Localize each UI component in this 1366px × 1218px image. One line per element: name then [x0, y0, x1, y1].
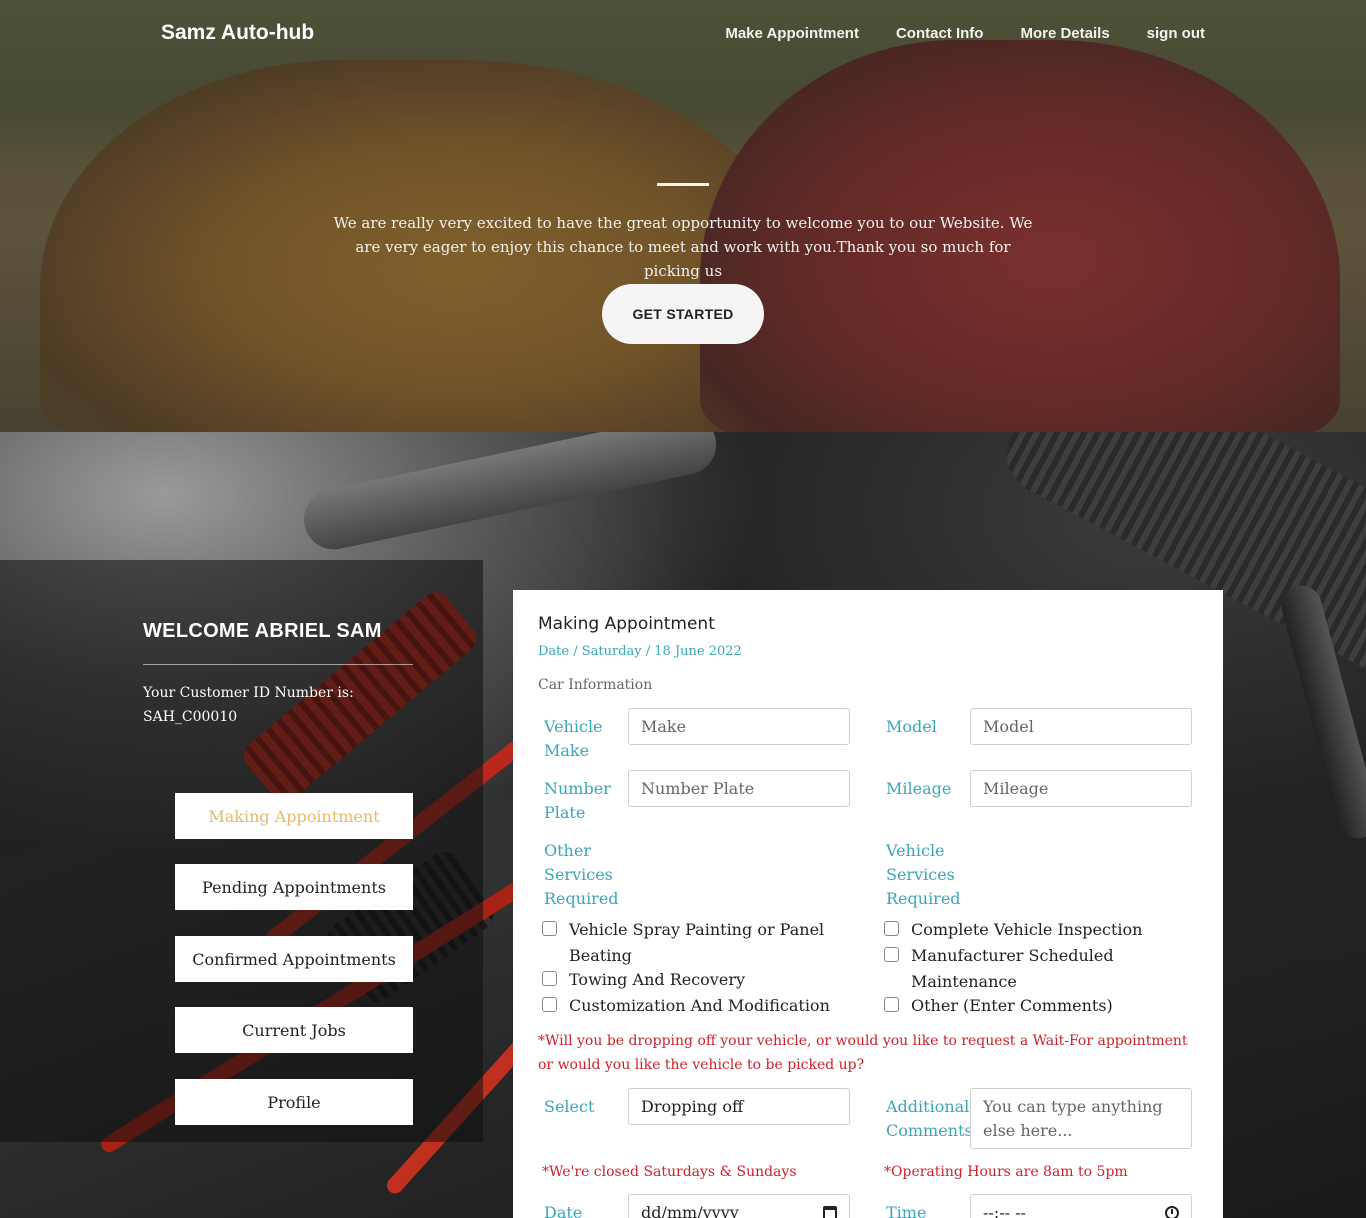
checkbox-other-comments[interactable]: Other (Enter Comments)	[884, 993, 1184, 1019]
select-label: Select	[544, 1097, 595, 1116]
customer-id: Your Customer ID Number is: SAH_C00010	[143, 681, 354, 729]
additional-comments-label: Additional Comments	[886, 1097, 973, 1140]
additional-comments-input[interactable]	[970, 1088, 1192, 1149]
calendar-icon[interactable]	[823, 1205, 837, 1218]
checkbox-box[interactable]	[884, 947, 899, 962]
checkbox-box[interactable]	[884, 997, 899, 1012]
number-plate-label: Number Plate	[544, 779, 611, 822]
date-input-value: dd/mm/yyyy	[641, 1203, 739, 1218]
checkbox-box[interactable]	[884, 921, 899, 936]
checkbox-towing-recovery[interactable]: Towing And Recovery	[542, 967, 842, 993]
checkbox-complete-inspection[interactable]: Complete Vehicle Inspection	[884, 917, 1184, 943]
dropoff-select[interactable]: Dropping off	[628, 1088, 850, 1125]
nav-sign-out[interactable]: sign out	[1147, 25, 1205, 42]
vehicle-services-label: Vehicle Services Required	[886, 841, 961, 908]
closed-days-note: *We're closed Saturdays & Sundays	[542, 1164, 797, 1180]
sidebar-pending-appointments-button[interactable]: Pending Appointments	[175, 864, 413, 910]
sidebar-confirmed-appointments-button[interactable]: Confirmed Appointments	[175, 936, 413, 982]
checkbox-customization[interactable]: Customization And Modification	[542, 993, 862, 1019]
main-nav: Make Appointment Contact Info More Detai…	[725, 25, 1205, 42]
hero-divider	[657, 183, 709, 186]
dropoff-select-value: Dropping off	[641, 1097, 744, 1116]
mileage-input[interactable]	[970, 770, 1192, 807]
sidebar-profile-button[interactable]: Profile	[175, 1079, 413, 1125]
appointment-form-card: Making Appointment Date / Saturday / 18 …	[513, 590, 1223, 1218]
clock-icon[interactable]	[1165, 1205, 1179, 1218]
customer-id-label: Your Customer ID Number is:	[143, 685, 354, 701]
brand-logo[interactable]: Samz Auto-hub	[161, 21, 314, 45]
checkbox-label: Customization And Modification	[569, 996, 830, 1015]
date-input[interactable]: dd/mm/yyyy	[628, 1194, 850, 1218]
nav-make-appointment[interactable]: Make Appointment	[725, 25, 859, 42]
welcome-heading: WELCOME ABRIEL SAM	[143, 620, 382, 642]
time-input-value: --:-- --	[983, 1203, 1026, 1218]
number-plate-input[interactable]	[628, 770, 850, 807]
mileage-label: Mileage	[886, 779, 952, 798]
time-label: Time	[886, 1203, 927, 1218]
time-input[interactable]: --:-- --	[970, 1194, 1192, 1218]
checkbox-box[interactable]	[542, 971, 557, 986]
form-date-line: Date / Saturday / 18 June 2022	[538, 644, 742, 659]
vehicle-make-input[interactable]	[628, 708, 850, 745]
customer-id-value: SAH_C00010	[143, 709, 238, 725]
checkbox-spray-painting[interactable]: Vehicle Spray Painting or Panel Beating	[542, 917, 842, 969]
vehicle-make-label: Vehicle Make	[544, 717, 603, 760]
checkbox-label: Other (Enter Comments)	[911, 996, 1113, 1015]
checkbox-box[interactable]	[542, 997, 557, 1012]
checkbox-label: Manufacturer Scheduled Maintenance	[911, 946, 1114, 991]
get-started-button[interactable]: GET STARTED	[602, 284, 764, 344]
model-label: Model	[886, 717, 937, 736]
dropoff-question: *Will you be dropping off your vehicle, …	[538, 1033, 1188, 1073]
other-services-label: Other Services Required	[544, 841, 619, 908]
checkbox-box[interactable]	[542, 921, 557, 936]
hero-welcome-text: We are really very excited to have the g…	[333, 214, 1033, 280]
checkbox-label: Towing And Recovery	[569, 970, 745, 989]
sidebar-panel	[0, 560, 483, 1142]
welcome-divider	[143, 664, 413, 665]
checkbox-label: Complete Vehicle Inspection	[911, 920, 1143, 939]
nav-more-details[interactable]: More Details	[1020, 25, 1109, 42]
sidebar-current-jobs-button[interactable]: Current Jobs	[175, 1007, 413, 1053]
operating-hours-note: *Operating Hours are 8am to 5pm	[884, 1164, 1128, 1180]
checkbox-label: Vehicle Spray Painting or Panel Beating	[569, 920, 825, 965]
form-title: Making Appointment	[538, 614, 715, 634]
checkbox-scheduled-maintenance[interactable]: Manufacturer Scheduled Maintenance	[884, 943, 1124, 995]
car-information-heading: Car Information	[538, 677, 653, 693]
sidebar-making-appointment-button[interactable]: Making Appointment	[175, 793, 413, 839]
model-input[interactable]	[970, 708, 1192, 745]
nav-contact-info[interactable]: Contact Info	[896, 25, 984, 42]
date-label: Date	[544, 1203, 583, 1218]
